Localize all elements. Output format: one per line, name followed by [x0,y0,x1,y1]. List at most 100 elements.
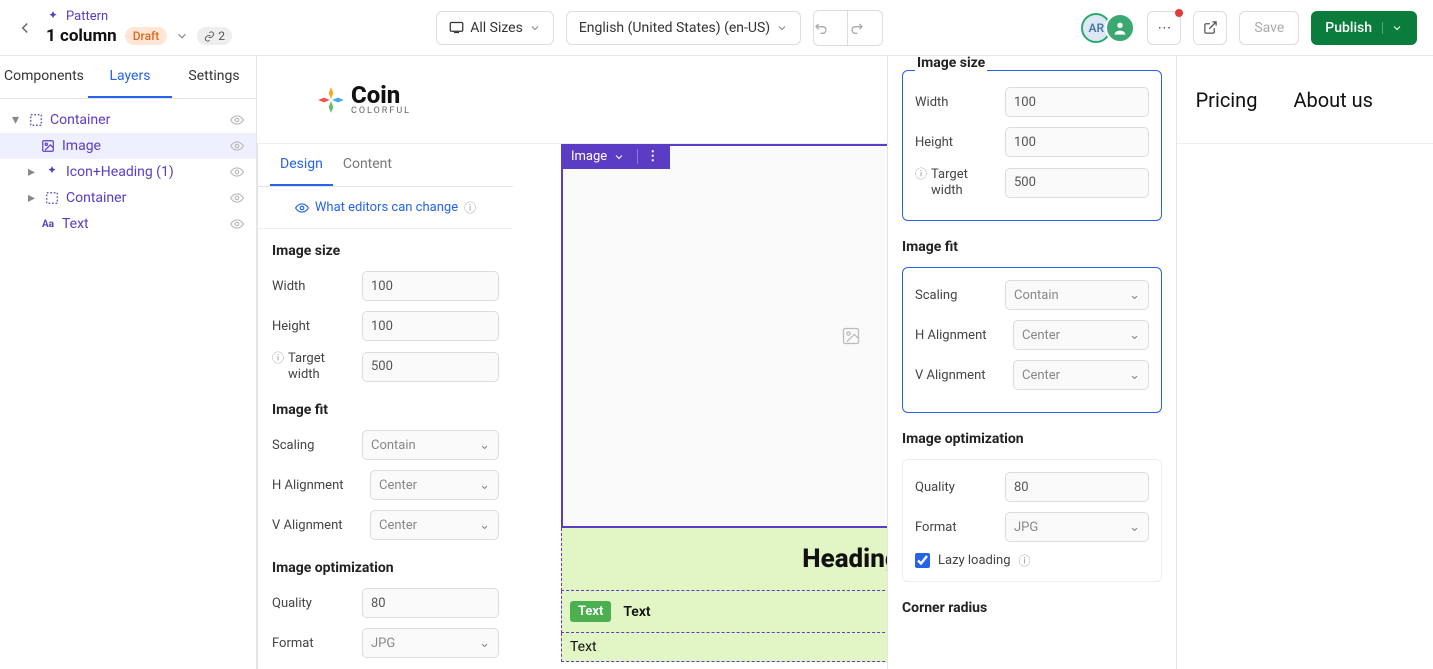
floating-properties-panel: Image size Width % Height % ⓘTarget widt… [887,56,1177,669]
avatar [1105,13,1135,43]
valign-select[interactable]: Center⌄ [1013,360,1149,390]
more-menu-button[interactable]: ⋯ [1147,11,1181,45]
chevron-down-icon: ⌄ [479,518,490,533]
visibility-icon[interactable] [230,113,244,127]
breadcrumb[interactable]: Pattern [46,9,232,24]
tree-item-image[interactable]: Image [0,133,256,159]
tab-layers[interactable]: Layers [88,56,172,98]
tree-item-text[interactable]: Aa Text [0,211,256,237]
left-panel-tabs: Components Layers Settings [0,56,256,99]
target-width-input[interactable]: px [362,352,499,382]
redo-button[interactable] [848,11,882,45]
open-external-button[interactable] [1193,11,1227,45]
halign-label: H Alignment [272,478,360,493]
chevron-down-icon [1382,22,1403,34]
back-arrow-icon[interactable] [16,19,34,37]
height-input[interactable]: % [362,311,499,341]
text-content: Text [623,604,650,620]
collaborator-avatars[interactable]: AR [1087,13,1135,43]
component-icon [44,164,60,180]
height-input[interactable]: % [1005,127,1149,157]
visibility-icon[interactable] [230,217,244,231]
left-panel: Components Layers Settings ▾ Container I… [0,56,257,669]
target-width-label: ⓘTarget width [272,351,352,382]
chevron-down-icon: ⌄ [479,636,490,651]
halign-label: H Alignment [915,328,1003,343]
section-title: Corner radius [902,600,1162,616]
nav-link[interactable]: About us [1293,88,1373,112]
tree-label: Icon+Heading (1) [66,164,174,180]
nav-link[interactable]: Pricing [1196,88,1258,112]
locale-selector[interactable]: English (United States) (en-US) [566,11,801,45]
chevron-down-icon: ⌄ [1129,288,1140,303]
format-select[interactable]: JPG⌄ [362,628,499,658]
eye-icon [295,201,309,215]
section-title: Image fit [902,239,1162,255]
logo-mark-icon [317,86,345,114]
tab-design[interactable]: Design [270,144,333,186]
target-width-input[interactable]: px [1005,168,1149,198]
image-placeholder-icon [841,326,861,346]
publish-button[interactable]: Publish [1311,11,1417,45]
chevron-down-icon: ⌄ [1129,520,1140,535]
text-tag-badge: Text [570,601,611,622]
selection-more-icon[interactable]: ⋮ [637,149,660,164]
visibility-icon[interactable] [230,139,244,153]
tab-components[interactable]: Components [0,56,88,98]
lazy-loading-checkbox[interactable]: Lazy loading ⓘ [915,552,1149,569]
section-image-fit: Image fit Scaling Contain⌄ H Alignment C… [272,402,499,540]
quality-input[interactable]: % [362,588,499,618]
draft-badge: Draft [125,27,168,45]
tree-label: Image [62,138,101,154]
container-icon [28,112,44,128]
section-title: Image fit [272,402,499,418]
tree-item-container[interactable]: ▾ Container [0,107,256,133]
logo-text: Coin [351,83,411,107]
height-label: Height [272,319,352,334]
undo-button[interactable] [814,11,848,45]
tab-content[interactable]: Content [333,144,402,186]
site-header-preview: Coin COLORFUL Products Pricing About us [257,56,1433,144]
logo-subtext: COLORFUL [351,107,411,116]
section-image-size: Image size Width % Height % ⓘTarget widt… [272,243,499,382]
tree-item-container[interactable]: ▸ Container [0,185,256,211]
right-panel: Design Content What editors can change ⓘ… [257,144,513,669]
layer-tree: ▾ Container Image ▸ Icon+Heading (1) ▸ C… [0,99,256,245]
tab-settings[interactable]: Settings [172,56,256,98]
width-input[interactable]: % [1005,87,1149,117]
tree-item-icon-heading[interactable]: ▸ Icon+Heading (1) [0,159,256,185]
title-chevron-icon[interactable] [175,29,189,43]
valign-select[interactable]: Center⌄ [370,510,499,540]
scaling-select[interactable]: Contain⌄ [1005,280,1149,310]
canvas[interactable]: Coin COLORFUL Products Pricing About us … [257,56,1433,669]
format-select[interactable]: JPG⌄ [1005,512,1149,542]
format-label: Format [272,636,352,651]
chevron-down-icon: ⌄ [1129,368,1140,383]
valign-label: V Alignment [915,368,1003,383]
scaling-select[interactable]: Contain⌄ [362,430,499,460]
save-button[interactable]: Save [1239,11,1299,45]
section-image-fit: Scaling Contain⌄ H Alignment Center⌄ V A… [902,267,1162,413]
width-label: Width [915,95,995,110]
chevron-down-icon [529,22,541,34]
info-icon: ⓘ [915,167,927,181]
quality-label: Quality [272,596,352,611]
text-icon: Aa [40,216,56,232]
width-input[interactable]: % [362,271,499,301]
title-block: Pattern 1 column Draft 2 [46,9,232,46]
link-count-badge[interactable]: 2 [197,27,232,45]
section-title: Image size [272,243,499,259]
halign-select[interactable]: Center⌄ [370,470,499,500]
section-image-size: Image size Width % Height % ⓘTarget widt… [902,70,1162,221]
undo-redo-group [813,10,883,46]
quality-input[interactable]: % [1005,472,1149,502]
section-title: Image optimization [272,560,499,576]
visibility-icon[interactable] [230,165,244,179]
section-title: Image size [915,56,987,71]
editors-permissions-link[interactable]: What editors can change ⓘ [258,187,513,229]
chevron-down-icon: ⌄ [479,438,490,453]
halign-select[interactable]: Center⌄ [1013,320,1149,350]
device-selector[interactable]: All Sizes [436,11,554,45]
selection-label[interactable]: Image ⋮ [561,144,670,169]
visibility-icon[interactable] [230,191,244,205]
